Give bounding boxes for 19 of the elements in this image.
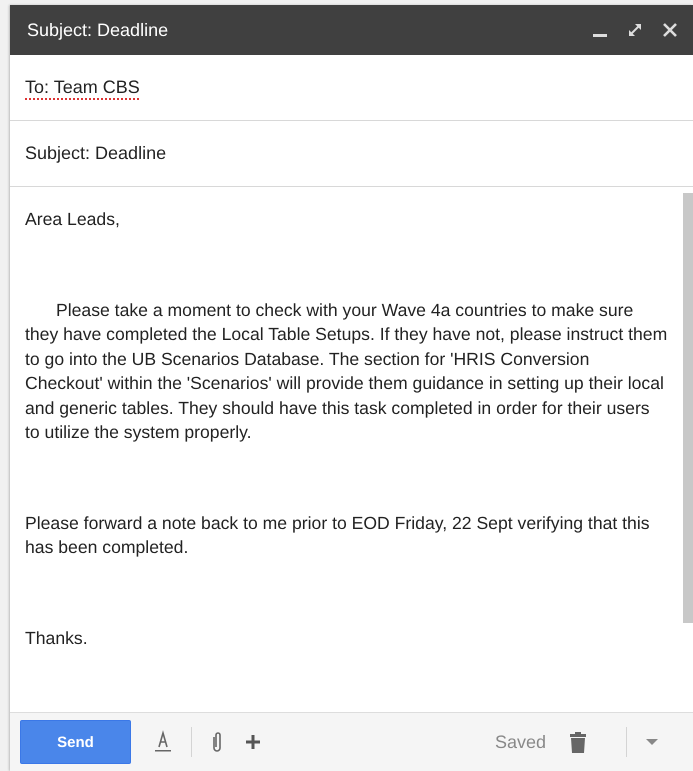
formatting-icon[interactable]	[153, 730, 173, 754]
send-button[interactable]: Send	[20, 720, 131, 764]
recipient-text: To: Team CBS	[25, 77, 140, 98]
saved-status: Saved	[494, 732, 546, 752]
expand-icon[interactable]	[626, 21, 644, 39]
window-title: Subject: Deadline	[27, 20, 170, 40]
plus-icon[interactable]	[244, 733, 262, 751]
message-paragraph: Please forward a note back to me prior to EOD Friday, 22 Sept verifying that this has been completed.	[25, 512, 651, 559]
scrollbar-thumb[interactable]	[683, 193, 693, 623]
to-field[interactable]: To: Team CBS	[10, 55, 693, 121]
dropdown-caret-icon[interactable]	[645, 738, 659, 746]
paperclip-icon[interactable]	[210, 730, 224, 754]
message-paragraph: Thanks.	[25, 626, 89, 650]
subject-text: Subject: Deadline	[25, 143, 166, 164]
message-paragraph: Please take a moment to check with your Wave 4a countries to make sure they have completed the Local Table Setups. If they have not, please instruct them to go into the UB Scenarios Database. The section for 'HRIS Conversion Checkout' within the 'Scenarios' will provide them guidance in setting up their local and generic tables. They should have this task completed in order for their users to utilize the system properly.	[25, 298, 668, 444]
trash-icon[interactable]	[568, 730, 588, 754]
message-paragraph: Area Leads,	[25, 208, 121, 231]
close-icon[interactable]	[661, 21, 679, 39]
subject-field[interactable]: Subject: Deadline	[10, 121, 693, 187]
